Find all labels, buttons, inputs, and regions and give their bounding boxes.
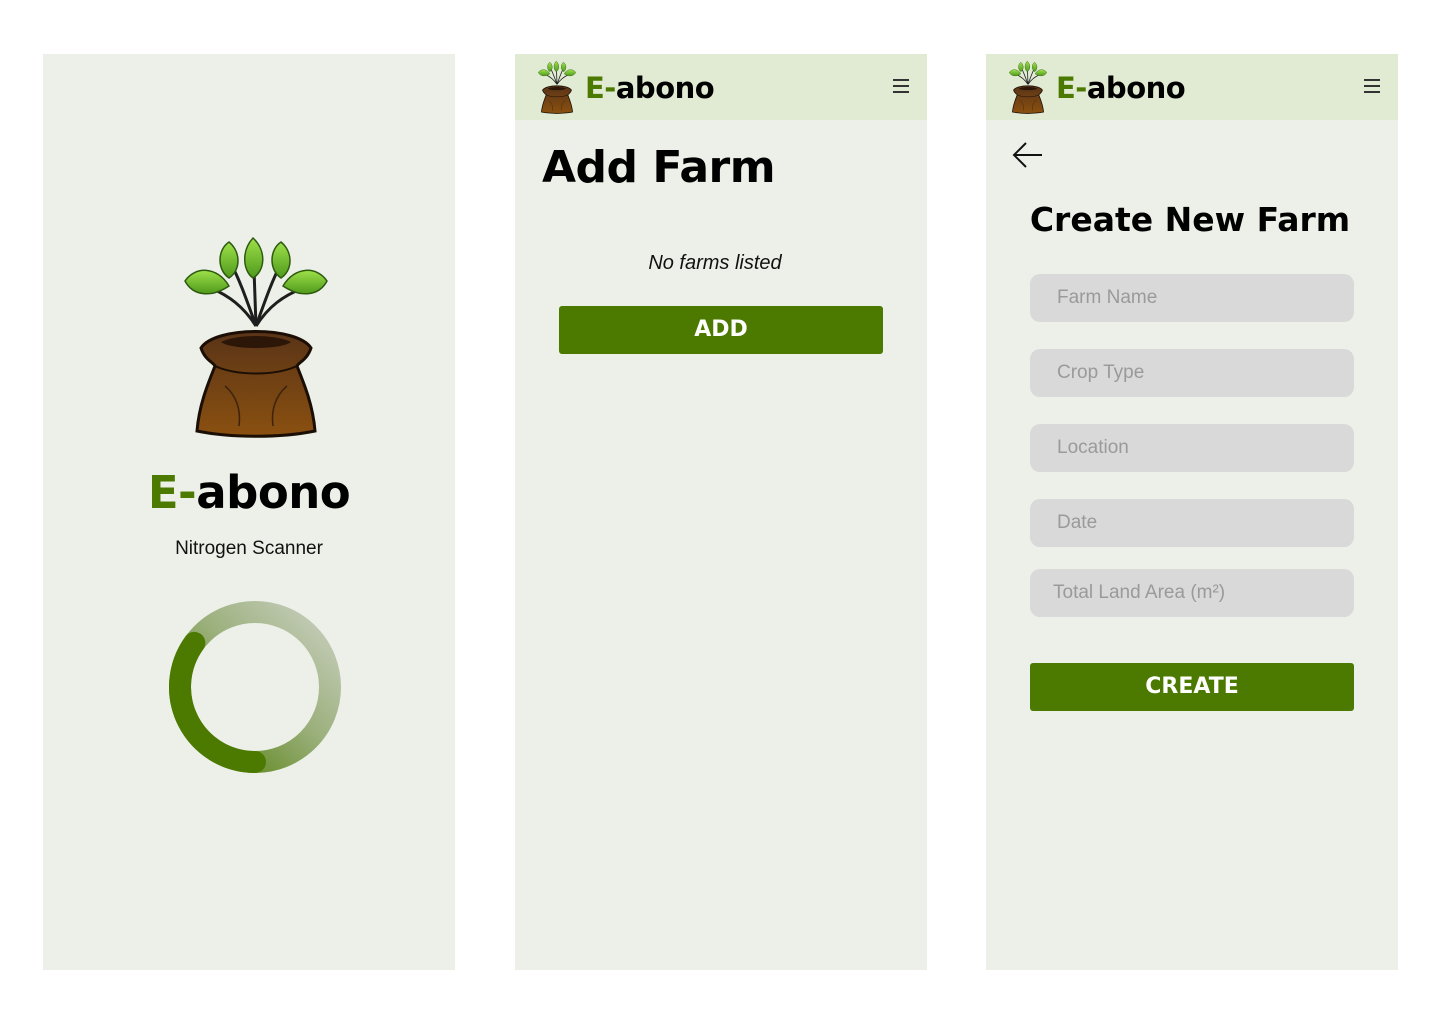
- hamburger-menu-icon[interactable]: [893, 79, 909, 95]
- brand-prefix: E-: [585, 71, 616, 105]
- empty-state-message: No farms listed: [648, 252, 782, 274]
- app-brand: E-abono: [43, 466, 455, 519]
- brand-prefix: E-: [147, 466, 197, 519]
- app-header: E-abono: [986, 54, 1398, 120]
- brand-suffix: abono: [615, 71, 715, 105]
- date-field[interactable]: [1030, 499, 1354, 547]
- land-area-field[interactable]: [1030, 569, 1354, 617]
- splash-screen: E-abono Nitrogen Scanner: [43, 54, 455, 970]
- brand-suffix: abono: [196, 466, 351, 519]
- app-brand: E-abono: [585, 68, 715, 108]
- create-farm-screen: E-abono Create New Farm CREATE: [986, 54, 1398, 970]
- logo-sprout-bag-icon: [1008, 58, 1048, 116]
- back-arrow-icon[interactable]: [1010, 140, 1046, 170]
- loading-spinner-icon: [169, 601, 341, 773]
- create-farm-button[interactable]: CREATE: [1030, 663, 1354, 711]
- add-farm-screen: E-abono Add Farm No farms listed ADD: [515, 54, 927, 970]
- add-farm-button[interactable]: ADD: [559, 306, 883, 354]
- app-header: E-abono: [515, 54, 927, 120]
- location-field[interactable]: [1030, 424, 1354, 472]
- crop-type-field[interactable]: [1030, 349, 1354, 397]
- brand-prefix: E-: [1056, 71, 1087, 105]
- app-subtitle: Nitrogen Scanner: [175, 538, 323, 559]
- logo-sprout-bag-icon: [537, 58, 577, 116]
- form-title: Create New Farm: [1029, 200, 1351, 239]
- logo-sprout-bag-icon: [181, 226, 331, 446]
- brand-suffix: abono: [1086, 71, 1186, 105]
- page-title: Add Farm: [542, 142, 776, 193]
- spinner-progress-arc: [169, 631, 266, 773]
- hamburger-menu-icon[interactable]: [1364, 79, 1380, 95]
- farm-name-field[interactable]: [1030, 274, 1354, 322]
- app-brand: E-abono: [1056, 68, 1186, 108]
